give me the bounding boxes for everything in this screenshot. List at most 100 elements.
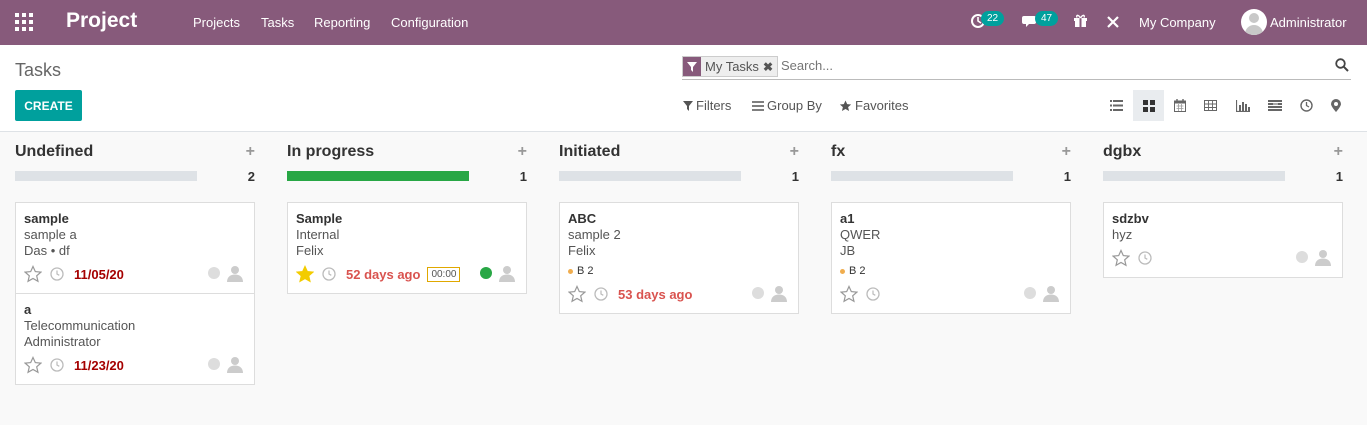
activity-clock-icon[interactable] [594, 287, 608, 301]
create-button[interactable]: CREATE [15, 90, 82, 121]
assignee-avatar-icon[interactable] [1042, 284, 1060, 302]
apps-menu-icon[interactable] [15, 13, 33, 31]
card-footer [840, 283, 1062, 305]
filters-label: Filters [696, 98, 732, 113]
task-card[interactable]: sample sample a Das • df 11/05/20 [15, 202, 255, 294]
calendar-view-button[interactable] [1164, 90, 1195, 121]
menu-reporting[interactable]: Reporting [314, 15, 370, 30]
assignee-avatar-icon[interactable] [1314, 248, 1332, 266]
task-card[interactable]: Sample Internal Felix 52 days ago 00:00 [287, 202, 527, 294]
column-progress-bar[interactable] [287, 171, 469, 181]
app-brand[interactable]: Project [66, 9, 137, 33]
user-menu[interactable]: Administrator [1270, 15, 1347, 30]
column-title[interactable]: In progress [287, 143, 374, 161]
kanban-state-dot[interactable] [208, 358, 220, 370]
menu-tasks[interactable]: Tasks [261, 15, 294, 30]
activity-clock-icon[interactable] [866, 287, 880, 301]
gift-icon[interactable] [1073, 13, 1088, 28]
list-view-icon [1110, 100, 1123, 111]
column-title[interactable]: Initiated [559, 143, 620, 161]
control-panel: Tasks CREATE My Tasks ✖ Filters Group By… [0, 45, 1367, 132]
activity-clock-icon[interactable] [50, 358, 64, 372]
menu-configuration[interactable]: Configuration [391, 15, 468, 30]
facet-remove-icon[interactable]: ✖ [763, 57, 777, 76]
card-footer-right [208, 264, 244, 282]
task-detail: Internal [296, 227, 340, 242]
star-outline-icon[interactable] [840, 285, 858, 303]
list-view-button[interactable] [1101, 90, 1132, 121]
task-title: Sample [296, 211, 343, 226]
star-outline-icon[interactable] [568, 285, 586, 303]
column-progress-bar[interactable] [1103, 171, 1285, 181]
kanban-state-dot[interactable] [480, 267, 492, 279]
task-detail: Telecommunication [24, 318, 136, 333]
star-outline-icon[interactable] [24, 356, 42, 374]
tag-label: B 2 [577, 265, 594, 277]
favorites-star-icon [839, 100, 852, 111]
card-list: Sample Internal Felix 52 days ago 00:00 [287, 202, 527, 294]
kanban-state-dot[interactable] [208, 267, 220, 279]
column-count: 1 [791, 169, 799, 184]
map-view-button[interactable] [1320, 90, 1351, 121]
column-title[interactable]: Undefined [15, 143, 93, 161]
calendar-view-icon [1173, 99, 1186, 112]
kanban-state-dot[interactable] [1296, 251, 1308, 263]
company-switcher[interactable]: My Company [1139, 15, 1216, 30]
breadcrumb: Tasks [15, 60, 62, 80]
column-progress-bar[interactable] [15, 171, 197, 181]
kanban-view-button[interactable] [1133, 90, 1164, 121]
assignee-avatar-icon[interactable] [226, 355, 244, 373]
search-bar: My Tasks ✖ [682, 54, 1351, 80]
quick-create-icon[interactable]: + [790, 143, 799, 161]
card-list: a1 QWER JB B 2 [831, 202, 1071, 314]
filters-button[interactable]: Filters [683, 98, 731, 113]
tag-color-dot [568, 268, 573, 274]
quick-create-icon[interactable]: + [246, 143, 255, 161]
assignee-avatar-icon[interactable] [770, 284, 788, 302]
search-icon[interactable] [1335, 58, 1349, 72]
column-count: 1 [519, 169, 527, 184]
quick-create-icon[interactable]: + [1062, 143, 1071, 161]
kanban-state-dot[interactable] [752, 287, 764, 299]
gantt-view-icon [1267, 100, 1282, 111]
task-card[interactable]: ABC sample 2 Felix B 2 53 days ago [559, 202, 799, 314]
column-progress-bar[interactable] [559, 171, 741, 181]
assignee-avatar-icon[interactable] [226, 264, 244, 282]
user-avatar[interactable] [1241, 9, 1267, 35]
star-outline-icon[interactable] [24, 265, 42, 283]
column-count: 1 [1335, 169, 1343, 184]
starred-icon[interactable] [296, 265, 314, 283]
quick-create-icon[interactable]: + [1334, 143, 1343, 161]
assignee-avatar-icon[interactable] [498, 264, 516, 282]
menu-projects[interactable]: Projects [193, 15, 240, 30]
kanban-state-dot[interactable] [1024, 287, 1036, 299]
card-list: sample sample a Das • df 11/05/20 a Telecommu… [15, 202, 255, 385]
pivot-view-button[interactable] [1195, 90, 1226, 121]
card-footer: 11/23/20 [24, 354, 246, 376]
graph-view-button[interactable] [1227, 90, 1258, 121]
task-card[interactable]: a1 QWER JB B 2 [831, 202, 1071, 314]
card-footer: 52 days ago 00:00 [296, 263, 518, 285]
column-title[interactable]: fx [831, 143, 845, 161]
search-input[interactable] [781, 58, 1321, 73]
task-card[interactable]: sdzbv hyz [1103, 202, 1343, 278]
group-by-button[interactable]: Group By [752, 98, 822, 113]
task-detail: Felix [296, 243, 324, 258]
card-list: sdzbv hyz [1103, 202, 1343, 278]
activity-clock-icon[interactable] [322, 267, 336, 281]
progress-fill [287, 171, 469, 181]
kanban-view-icon [1142, 99, 1155, 112]
quick-create-icon[interactable]: + [518, 143, 527, 161]
column-title[interactable]: dgbx [1103, 143, 1141, 161]
activity-clock-icon[interactable] [50, 267, 64, 281]
favorites-button[interactable]: Favorites [839, 98, 908, 113]
column-progress-bar[interactable] [831, 171, 1013, 181]
star-outline-icon[interactable] [1112, 249, 1130, 267]
task-card[interactable]: a Telecommunication Administrator 11/23/20 [15, 294, 255, 385]
activity-clock-icon[interactable] [1138, 251, 1152, 265]
graph-view-icon [1235, 99, 1250, 112]
debug-tools-icon[interactable] [1106, 15, 1120, 29]
activity-view-button[interactable] [1291, 90, 1322, 121]
map-view-icon [1330, 99, 1341, 112]
gantt-view-button[interactable] [1259, 90, 1290, 121]
